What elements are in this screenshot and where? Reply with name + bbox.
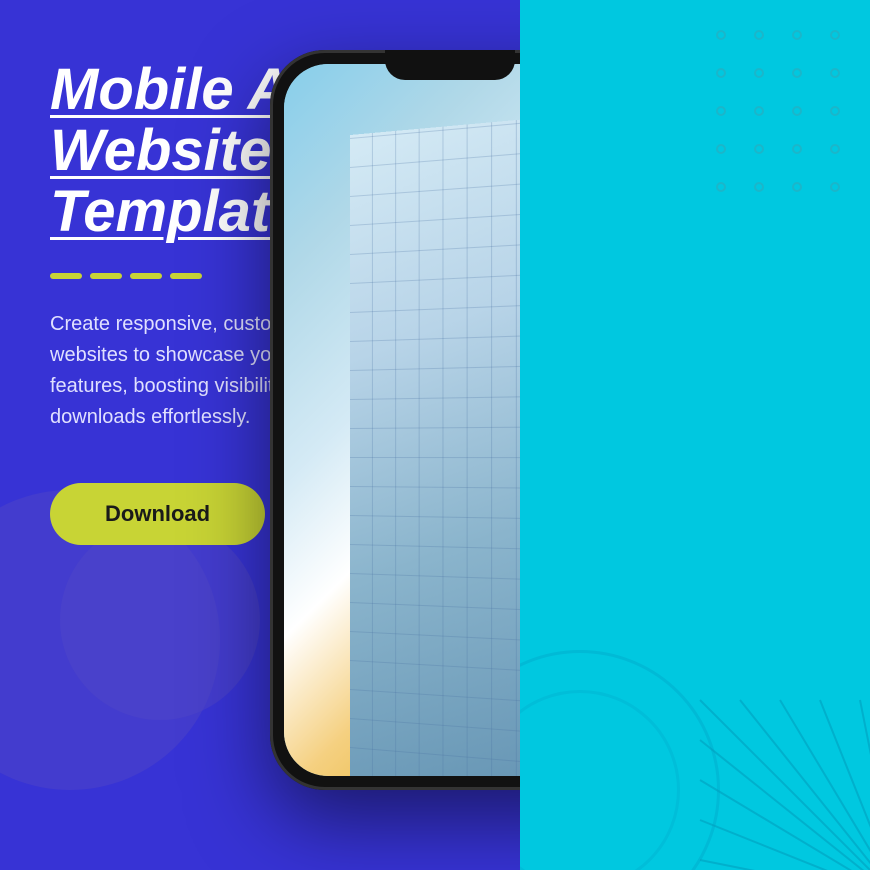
dot-4-2: [754, 144, 764, 154]
dash-2: [90, 273, 122, 279]
dot-3-4: [830, 106, 840, 116]
dot-1-1: [716, 30, 726, 40]
dash-4: [170, 273, 202, 279]
right-panel: [520, 0, 870, 870]
dot-3-1: [716, 106, 726, 116]
dash-1: [50, 273, 82, 279]
dot-1-3: [792, 30, 802, 40]
download-button[interactable]: Download: [50, 483, 265, 545]
dash-3: [130, 273, 162, 279]
dot-3-2: [754, 106, 764, 116]
dot-2-1: [716, 68, 726, 78]
dot-2-3: [792, 68, 802, 78]
dot-5-4: [830, 182, 840, 192]
left-panel: Mobile App Website Templates Create resp…: [0, 0, 520, 870]
dot-2-4: [830, 68, 840, 78]
dot-5-3: [792, 182, 802, 192]
dot-5-2: [754, 182, 764, 192]
arc-decoration: [660, 660, 870, 870]
title-line2: Website: [50, 118, 271, 183]
dot-1-2: [754, 30, 764, 40]
dot-1-4: [830, 30, 840, 40]
dot-5-1: [716, 182, 726, 192]
dot-grid-decoration: [716, 30, 850, 202]
dot-3-3: [792, 106, 802, 116]
phone-screen: [284, 64, 520, 776]
building-background: [284, 64, 520, 776]
dot-4-1: [716, 144, 726, 154]
dot-4-3: [792, 144, 802, 154]
window-grid: [350, 106, 520, 776]
dot-2-2: [754, 68, 764, 78]
page-container: Mobile App Website Templates Create resp…: [0, 0, 870, 870]
phone-mockup: [270, 50, 520, 810]
phone-outer-frame: [270, 50, 520, 790]
building-face: [350, 106, 520, 776]
phone-notch: [385, 50, 515, 80]
dot-4-4: [830, 144, 840, 154]
